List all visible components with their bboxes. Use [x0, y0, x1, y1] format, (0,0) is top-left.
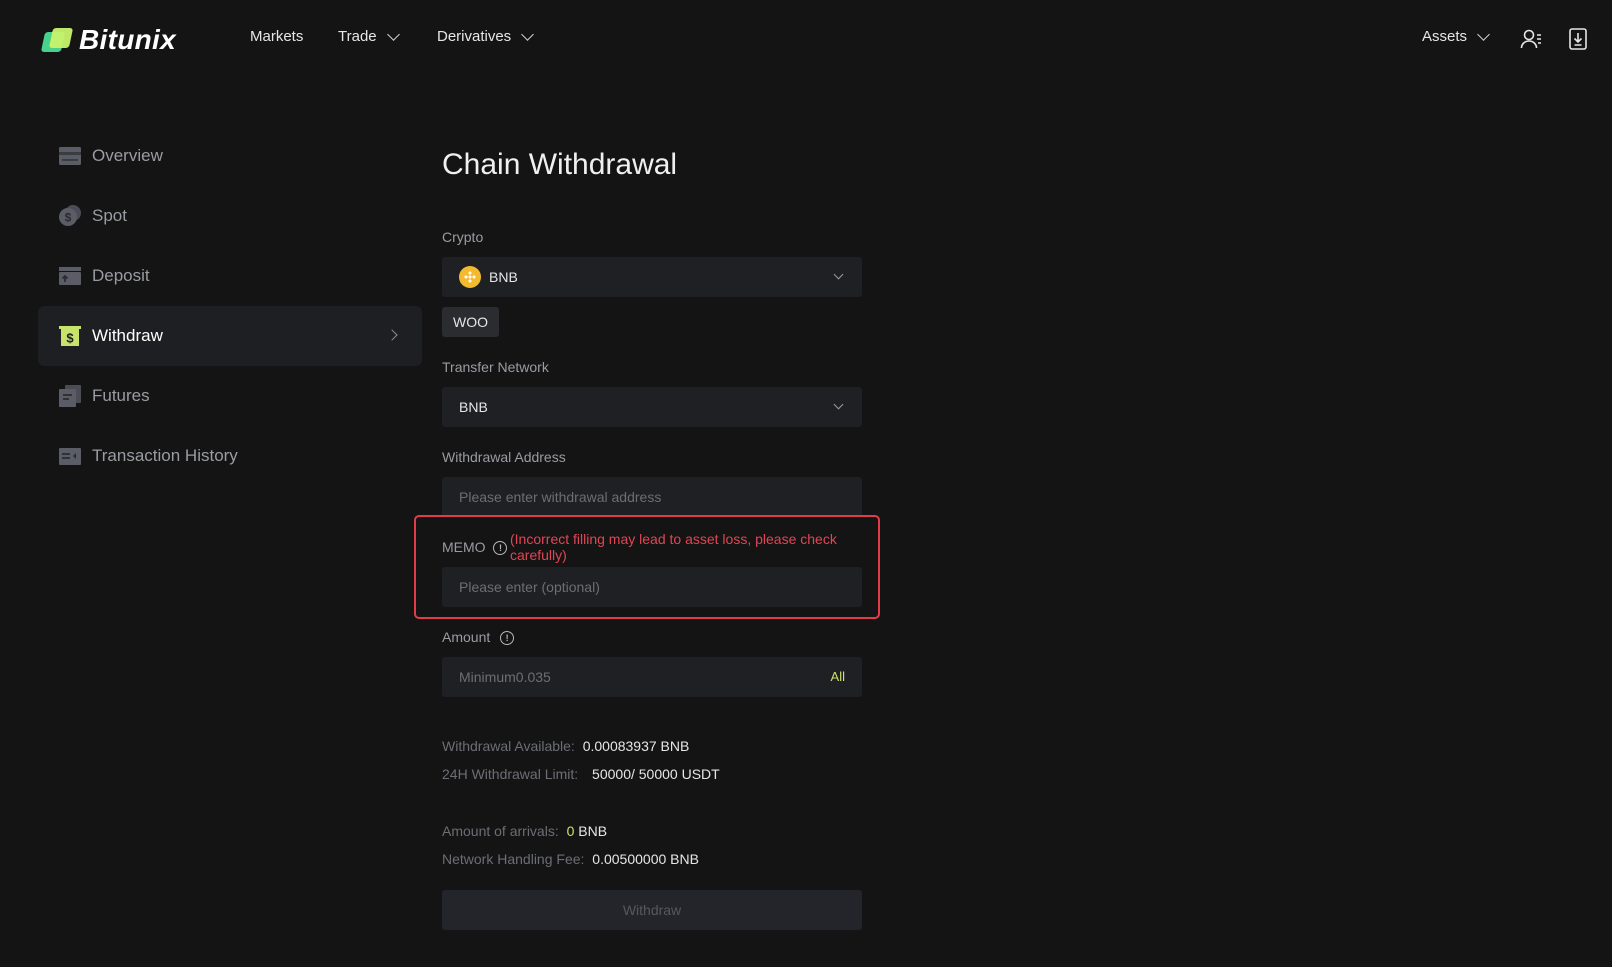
recent-crypto-tag[interactable]: WOO — [442, 307, 499, 337]
chevron-down-icon — [833, 399, 844, 410]
withdrawal-address-label: Withdrawal Address — [442, 449, 566, 465]
crypto-label: Crypto — [442, 229, 484, 245]
sidebar-item-label: Overview — [92, 146, 163, 165]
sidebar-item-label: Transaction History — [92, 446, 238, 465]
sidebar-item-spot[interactable]: $ Spot — [38, 186, 422, 246]
transfer-network-select[interactable]: BNB — [442, 387, 862, 427]
deposit-icon — [59, 267, 81, 285]
nav-derivatives[interactable]: Derivatives — [437, 27, 535, 45]
chevron-down-icon — [833, 269, 844, 280]
page-title: Chain Withdrawal — [442, 148, 678, 181]
all-amount-button[interactable]: All — [831, 669, 845, 684]
sidebar-item-label: Futures — [92, 386, 150, 405]
amount-input[interactable]: Minimum0.035 All — [442, 657, 862, 697]
bnb-coin-icon — [459, 266, 481, 288]
withdrawal-limit-value: 50000/ 50000 USDT — [592, 766, 720, 782]
withdrawal-limit-row: 24H Withdrawal Limit: 50000/ 50000 USDT — [442, 766, 720, 782]
withdrawal-available-value: 0.00083937 BNB — [582, 738, 690, 754]
network-fee-value: 0.00500000 BNB — [592, 851, 699, 867]
amount-label: Amount ! — [442, 629, 515, 646]
withdraw-submit-button[interactable]: Withdraw — [442, 890, 862, 930]
nav-trade[interactable]: Trade — [338, 27, 400, 45]
chevron-down-icon — [1477, 27, 1490, 41]
network-fee-label: Network Handling Fee: — [442, 851, 585, 867]
download-app-icon[interactable] — [1566, 27, 1590, 51]
svg-text:$: $ — [65, 211, 72, 225]
withdrawal-limit-label: 24H Withdrawal Limit: — [442, 766, 579, 782]
history-icon — [59, 448, 81, 465]
chevron-down-icon — [521, 27, 535, 41]
withdrawal-available-label: Withdrawal Available: — [442, 738, 575, 754]
withdrawal-address-input[interactable]: Please enter withdrawal address — [442, 477, 862, 517]
sidebar-item-futures[interactable]: Futures — [38, 366, 422, 426]
logo-text: Bitunix — [79, 24, 176, 55]
sidebar-item-withdraw[interactable]: $ Withdraw — [38, 306, 422, 366]
transfer-network-label: Transfer Network — [442, 359, 549, 375]
amount-of-arrivals-row: Amount of arrivals: 0 BNB — [442, 823, 607, 839]
nav-trade-label: Trade — [338, 28, 377, 45]
svg-text:$: $ — [66, 331, 74, 346]
nav-derivatives-label: Derivatives — [437, 28, 512, 45]
crypto-selected-value: BNB — [489, 269, 518, 285]
assets-sidebar: Overview $ Spot Deposit $ Withdraw Futur… — [38, 126, 422, 486]
chevron-down-icon — [386, 27, 400, 41]
sidebar-item-transaction-history[interactable]: Transaction History — [38, 426, 422, 486]
futures-icon — [59, 385, 81, 407]
sidebar-item-label: Deposit — [92, 266, 150, 285]
nav-markets[interactable]: Markets — [250, 28, 303, 45]
nav-markets-label: Markets — [250, 28, 304, 45]
memo-input[interactable]: Please enter (optional) — [442, 567, 862, 607]
info-icon[interactable]: ! — [500, 631, 515, 646]
bitunix-logo[interactable]: Bitunix — [40, 24, 176, 56]
info-icon[interactable]: ! — [493, 541, 508, 556]
arrivals-label: Amount of arrivals: — [442, 823, 559, 839]
address-placeholder: Please enter withdrawal address — [459, 489, 662, 505]
arrivals-amount: 0 — [566, 823, 575, 839]
logo-mark-icon — [40, 28, 74, 52]
withdrawal-available-row: Withdrawal Available: 0.00083937 BNB — [442, 738, 689, 754]
amount-placeholder: Minimum0.035 — [459, 669, 551, 685]
memo-label: MEMO ! — [442, 539, 508, 556]
chevron-right-icon — [386, 329, 398, 341]
withdraw-icon: $ — [59, 326, 81, 346]
memo-warning-text: (Incorrect filling may lead to asset los… — [510, 531, 837, 563]
sidebar-item-label: Withdraw — [92, 326, 163, 345]
top-navigation-bar: Bitunix Markets Trade Derivatives Assets — [0, 0, 1612, 78]
coins-icon: $ — [59, 205, 81, 226]
nav-assets-label: Assets — [1422, 28, 1468, 45]
sidebar-item-label: Spot — [92, 206, 127, 225]
crypto-select[interactable]: BNB — [442, 257, 862, 297]
network-fee-row: Network Handling Fee: 0.00500000 BNB — [442, 851, 699, 867]
nav-assets[interactable]: Assets — [1422, 27, 1490, 45]
user-profile-icon[interactable] — [1519, 27, 1543, 51]
arrivals-unit: BNB — [578, 823, 608, 839]
amount-label-text: Amount — [442, 629, 491, 645]
network-selected-value: BNB — [459, 399, 488, 415]
memo-label-text: MEMO — [442, 539, 486, 555]
sidebar-item-deposit[interactable]: Deposit — [38, 246, 422, 306]
sidebar-item-overview[interactable]: Overview — [38, 126, 422, 186]
memo-placeholder: Please enter (optional) — [459, 579, 600, 595]
wallet-card-icon — [59, 147, 81, 165]
